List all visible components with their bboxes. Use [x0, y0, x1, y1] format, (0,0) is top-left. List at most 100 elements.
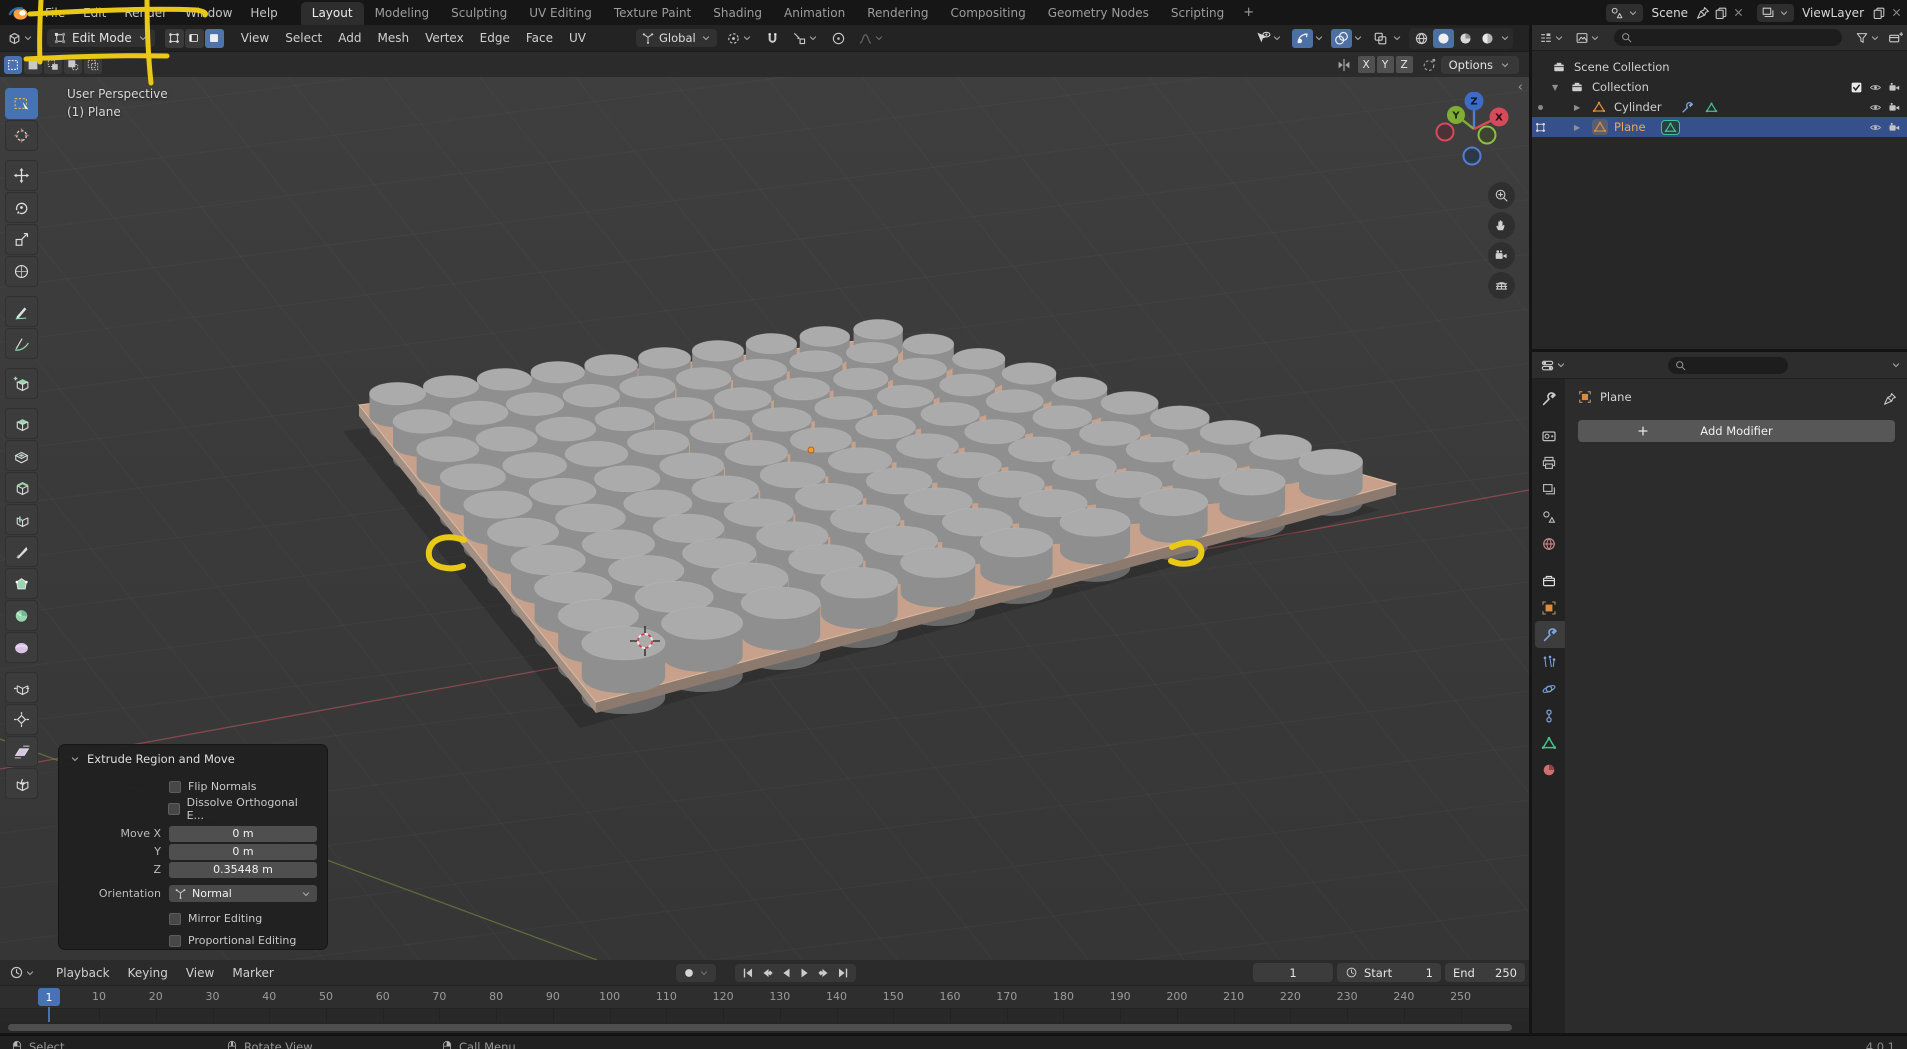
properties-tab-particles[interactable]	[1532, 648, 1565, 675]
snap-individual-icon[interactable]	[1421, 57, 1437, 73]
timeline-editor-type-button[interactable]	[6, 963, 39, 982]
tab-texture-paint[interactable]: Texture Paint	[603, 2, 702, 25]
tool-measure[interactable]	[5, 328, 38, 359]
menu-render[interactable]: Render	[115, 1, 176, 25]
viewport-menu-select[interactable]: Select	[277, 25, 330, 51]
edge-select-mode-button[interactable]	[185, 29, 204, 48]
play-reverse-button[interactable]	[777, 966, 795, 980]
mesh-data-icon[interactable]	[1705, 101, 1718, 114]
viewport-menu-uv[interactable]: UV	[561, 25, 594, 51]
viewlayer-name[interactable]: ViewLayer	[1798, 6, 1868, 20]
move-y-field[interactable]: 0 m	[169, 844, 317, 860]
scene-name[interactable]: Scene	[1647, 6, 1692, 20]
breadcrumb-object-name[interactable]: Plane	[1600, 390, 1632, 404]
gizmos-toggle[interactable]	[1292, 29, 1313, 48]
flip-normals-checkbox[interactable]	[169, 781, 181, 793]
pivot-point-dropdown[interactable]	[723, 29, 756, 48]
mesh-symmetry-icon[interactable]	[1336, 57, 1352, 73]
tool-scale[interactable]	[5, 224, 38, 255]
gizmos-dropdown[interactable]	[1313, 32, 1325, 44]
object-visibility-dropdown[interactable]	[1252, 28, 1286, 48]
snap-toggle-button[interactable]	[762, 29, 783, 48]
pan-button[interactable]	[1488, 212, 1515, 239]
tab-modeling[interactable]: Modeling	[364, 2, 441, 25]
tab-compositing[interactable]: Compositing	[939, 2, 1036, 25]
current-frame-field[interactable]: 1	[1253, 963, 1333, 982]
properties-tab-physics[interactable]	[1532, 675, 1565, 702]
next-keyframe-button[interactable]	[815, 966, 833, 980]
properties-tab-tool[interactable]	[1532, 385, 1565, 412]
timeline-menu-view[interactable]: View	[177, 966, 223, 980]
camera-view-button[interactable]	[1488, 242, 1515, 269]
frame-start-field[interactable]: Start1	[1337, 963, 1441, 982]
outliner-filter-id-dropdown[interactable]	[1572, 29, 1604, 47]
shading-solid-button[interactable]	[1433, 29, 1454, 48]
blender-logo-icon[interactable]	[0, 5, 36, 21]
properties-options-dropdown[interactable]	[1890, 359, 1902, 371]
xray-toggle[interactable]	[1370, 29, 1391, 48]
collapse-icon[interactable]	[69, 753, 81, 765]
mirror-y-button[interactable]: Y	[1377, 56, 1394, 73]
move-z-field[interactable]: 0.35448 m	[169, 862, 317, 878]
mirror-x-button[interactable]: X	[1358, 56, 1375, 73]
tool-cursor[interactable]	[5, 120, 38, 151]
snap-settings-dropdown[interactable]	[789, 29, 822, 48]
jump-to-end-button[interactable]	[834, 966, 852, 980]
overlays-dropdown[interactable]	[1352, 32, 1364, 44]
tool-annotate[interactable]	[5, 296, 38, 327]
outliner-row-collection[interactable]: ▼Collection	[1532, 77, 1907, 97]
properties-editor-type-button[interactable]	[1537, 356, 1570, 375]
viewport-menu-vertex[interactable]: Vertex	[417, 25, 472, 51]
tool-smooth[interactable]	[5, 632, 38, 663]
properties-search-input[interactable]	[1668, 357, 1788, 374]
eye-toggle-icon[interactable]	[1869, 101, 1882, 114]
vertex-select-mode-button[interactable]	[165, 29, 184, 48]
frame-end-field[interactable]: End250	[1445, 963, 1525, 982]
mirror-z-button[interactable]: Z	[1396, 56, 1413, 73]
jump-to-start-button[interactable]	[739, 966, 757, 980]
tab-shading[interactable]: Shading	[702, 2, 773, 25]
tool-inset-faces[interactable]	[5, 440, 38, 471]
proportional-editing-checkbox[interactable]	[169, 935, 181, 947]
tab-sculpting[interactable]: Sculpting	[440, 2, 518, 25]
dissolve-checkbox[interactable]	[168, 803, 180, 815]
new-scene-icon[interactable]	[1714, 6, 1728, 20]
tool-edge-slide[interactable]	[5, 672, 38, 703]
outliner-filter-dropdown[interactable]	[1852, 29, 1884, 47]
keying-set-dropdown[interactable]	[698, 967, 710, 979]
camera-toggle-icon[interactable]	[1888, 81, 1901, 94]
timeline-menu-playback[interactable]: Playback	[47, 966, 119, 980]
proportional-editing-button[interactable]	[828, 29, 849, 48]
disclosure-closed-icon[interactable]: ▶	[1574, 123, 1580, 132]
properties-tab-output[interactable]	[1532, 449, 1565, 476]
outliner-row-scene-collection[interactable]: Scene Collection	[1532, 57, 1907, 77]
proportional-falloff-dropdown[interactable]	[855, 29, 888, 48]
timeline-menu-marker[interactable]: Marker	[223, 966, 282, 980]
tab-uv-editing[interactable]: UV Editing	[518, 2, 603, 25]
perspective-toggle-button[interactable]	[1488, 272, 1515, 299]
timeline-ruler[interactable]: 1 10203040506070809010011012013014015016…	[0, 986, 1529, 1008]
properties-tab-object[interactable]	[1532, 594, 1565, 621]
timeline-scrollbar-thumb[interactable]	[8, 1024, 1512, 1031]
viewport-menu-edge[interactable]: Edge	[472, 25, 518, 51]
add-workspace-button[interactable]: +	[1235, 1, 1262, 24]
tool-poly-build[interactable]	[5, 568, 38, 599]
current-frame-marker[interactable]: 1	[38, 988, 60, 1006]
disclosure-open-icon[interactable]: ▼	[1552, 83, 1558, 92]
camera-toggle-icon[interactable]	[1888, 101, 1901, 114]
properties-tab-collection[interactable]	[1532, 567, 1565, 594]
select-mode-subtract-button[interactable]	[44, 56, 62, 74]
properties-tab-material[interactable]	[1532, 756, 1565, 783]
select-mode-new-button[interactable]	[4, 56, 22, 74]
pin-icon[interactable]	[1696, 6, 1710, 20]
tool-extrude-region[interactable]	[5, 408, 38, 439]
outliner-row-plane[interactable]: ▶Plane	[1532, 117, 1907, 137]
shading-wireframe-button[interactable]	[1411, 29, 1432, 48]
select-mode-difference-button[interactable]	[64, 56, 82, 74]
tool-shear[interactable]	[5, 736, 38, 767]
add-modifier-button[interactable]: Add Modifier	[1578, 420, 1895, 442]
viewport-menu-add[interactable]: Add	[330, 25, 369, 51]
orientation-dropdown[interactable]: Normal	[169, 885, 317, 902]
xray-dropdown[interactable]	[1391, 32, 1403, 44]
tool-rotate[interactable]	[5, 192, 38, 223]
